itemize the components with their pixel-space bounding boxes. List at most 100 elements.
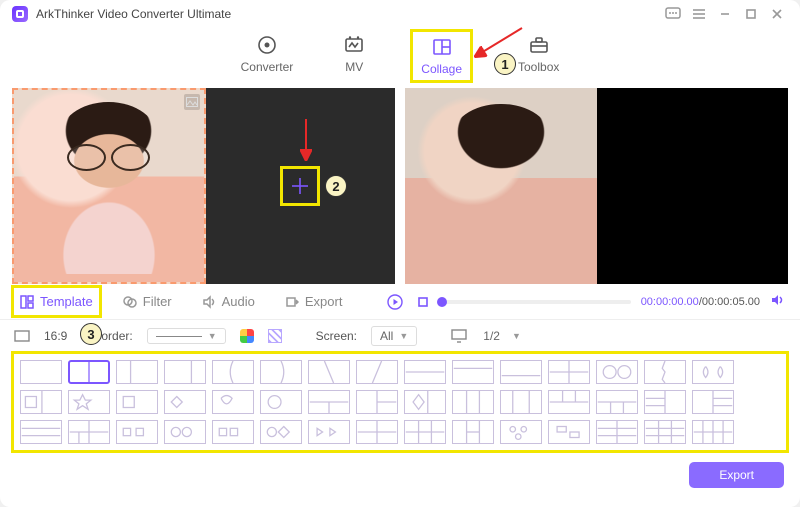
menu-icon[interactable] <box>688 3 710 25</box>
template-item[interactable] <box>500 390 542 414</box>
template-item[interactable] <box>452 360 494 384</box>
template-item[interactable] <box>500 420 542 444</box>
filter-icon <box>123 295 137 309</box>
template-item[interactable] <box>644 360 686 384</box>
collage-editor[interactable] <box>12 88 395 284</box>
playback-slider[interactable] <box>442 300 630 304</box>
template-grid <box>14 354 786 450</box>
template-item[interactable] <box>356 420 398 444</box>
nav-mv[interactable]: MV <box>343 34 365 78</box>
template-item[interactable] <box>164 360 206 384</box>
template-item[interactable] <box>68 420 110 444</box>
border-pattern-picker[interactable] <box>268 329 282 343</box>
template-item[interactable] <box>596 360 638 384</box>
tab-filter[interactable]: Filter <box>117 288 178 315</box>
template-item[interactable] <box>308 360 350 384</box>
nav-label: MV <box>345 60 363 74</box>
template-item[interactable] <box>548 420 590 444</box>
maximize-button[interactable] <box>740 3 762 25</box>
template-item[interactable] <box>356 390 398 414</box>
nav-collage[interactable]: Collage <box>415 34 468 78</box>
nav-label: Collage <box>421 62 462 76</box>
playback-knob[interactable] <box>437 297 447 307</box>
template-item[interactable] <box>260 390 302 414</box>
template-item[interactable] <box>20 420 62 444</box>
template-item[interactable] <box>212 360 254 384</box>
template-item[interactable] <box>20 390 62 414</box>
ratio-icon[interactable] <box>14 329 30 343</box>
media-thumbnail <box>14 90 204 282</box>
template-item[interactable] <box>68 390 110 414</box>
nav-label: Toolbox <box>518 60 559 74</box>
split-select[interactable]: 1/2▼ <box>481 327 523 345</box>
template-item[interactable] <box>212 390 254 414</box>
screen-label: Screen: <box>316 329 357 343</box>
template-item[interactable] <box>548 360 590 384</box>
tab-export[interactable]: Export <box>279 288 349 315</box>
template-item[interactable] <box>404 360 446 384</box>
border-style-select[interactable]: ▼ <box>147 328 226 344</box>
add-media-button[interactable] <box>283 169 317 203</box>
close-button[interactable] <box>766 3 788 25</box>
play-button[interactable] <box>386 293 404 311</box>
export-button[interactable]: Export <box>689 462 784 488</box>
template-item[interactable] <box>20 360 62 384</box>
app-logo-icon <box>12 6 28 22</box>
tab-label: Filter <box>143 294 172 309</box>
template-item[interactable] <box>452 390 494 414</box>
template-item[interactable] <box>308 390 350 414</box>
tab-template[interactable]: Template <box>14 288 99 315</box>
audio-icon <box>202 295 216 309</box>
template-item[interactable] <box>308 420 350 444</box>
template-item[interactable] <box>212 420 254 444</box>
template-item[interactable] <box>116 390 158 414</box>
nav-converter[interactable]: Converter <box>241 34 294 78</box>
output-preview <box>405 88 788 284</box>
converter-icon <box>256 34 278 56</box>
monitor-icon <box>451 329 467 343</box>
template-item[interactable] <box>404 420 446 444</box>
border-color-picker[interactable] <box>240 329 254 343</box>
template-item[interactable] <box>404 390 446 414</box>
tab-label: Export <box>305 294 343 309</box>
collage-cell-2[interactable] <box>206 88 396 284</box>
template-item[interactable] <box>500 360 542 384</box>
template-item[interactable] <box>596 390 638 414</box>
playback-time: 00:00:00.00/00:00:05.00 <box>641 296 760 308</box>
nav-label: Converter <box>241 60 294 74</box>
image-type-icon <box>184 94 200 110</box>
nav-toolbox[interactable]: Toolbox <box>518 34 559 78</box>
template-item[interactable] <box>68 360 110 384</box>
template-item[interactable] <box>692 420 734 444</box>
template-item[interactable] <box>644 420 686 444</box>
ratio-value: 16:9 <box>44 329 67 343</box>
template-item[interactable] <box>260 360 302 384</box>
toolbox-icon <box>528 34 550 56</box>
template-item[interactable] <box>116 420 158 444</box>
template-item[interactable] <box>116 360 158 384</box>
template-item[interactable] <box>260 420 302 444</box>
collage-cell-1[interactable] <box>12 88 206 284</box>
border-label: Border: <box>93 329 132 343</box>
feedback-icon[interactable] <box>662 3 684 25</box>
template-item[interactable] <box>164 390 206 414</box>
collage-icon <box>431 36 453 58</box>
template-item[interactable] <box>644 390 686 414</box>
app-title: ArkThinker Video Converter Ultimate <box>36 7 231 21</box>
template-item[interactable] <box>596 420 638 444</box>
template-icon <box>20 295 34 309</box>
minimize-button[interactable] <box>714 3 736 25</box>
export-icon <box>285 295 299 309</box>
template-item[interactable] <box>548 390 590 414</box>
tab-label: Audio <box>222 294 255 309</box>
volume-icon[interactable] <box>770 293 786 310</box>
template-item[interactable] <box>692 390 734 414</box>
screen-select[interactable]: All▼ <box>371 326 417 346</box>
template-item[interactable] <box>356 360 398 384</box>
template-item[interactable] <box>164 420 206 444</box>
template-item[interactable] <box>452 420 494 444</box>
tab-audio[interactable]: Audio <box>196 288 261 315</box>
mv-icon <box>343 34 365 56</box>
stop-button[interactable] <box>414 293 432 311</box>
template-item[interactable] <box>692 360 734 384</box>
